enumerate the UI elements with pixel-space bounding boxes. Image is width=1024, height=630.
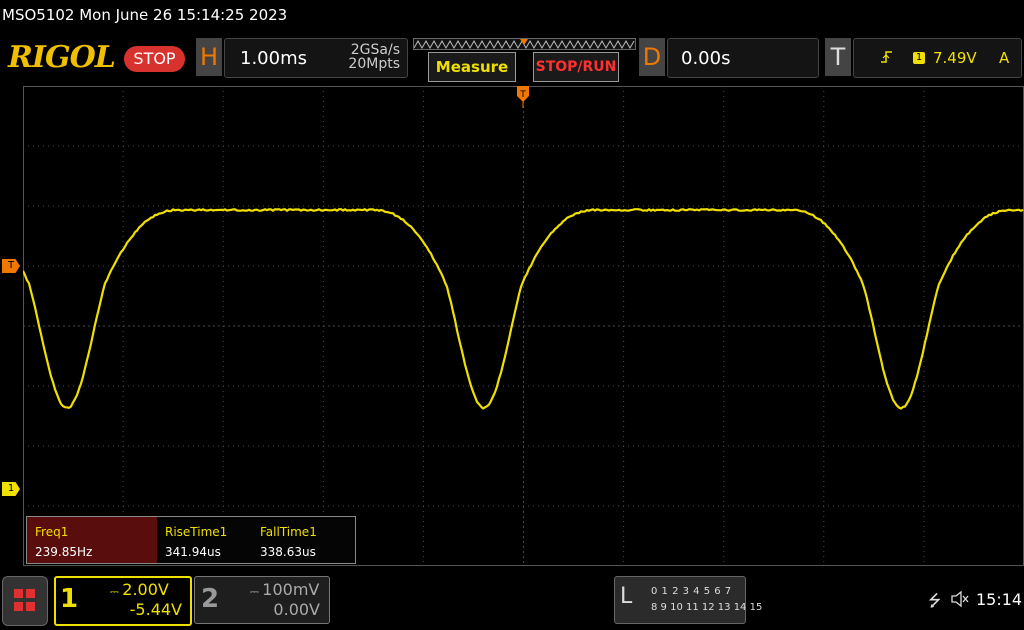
measurement-risetime[interactable]: RiseTime1 341.94us — [157, 517, 253, 563]
stop-run-button[interactable]: STOP/RUN — [533, 52, 619, 82]
waveform-memory-strip — [413, 38, 636, 50]
measurement-label: RiseTime1 — [165, 525, 227, 539]
sample-rate-info: 2GSa/s 20Mpts — [330, 43, 400, 71]
usb-icon: ⭍ — [928, 590, 941, 617]
logic-analyzer-label: L — [620, 584, 632, 609]
delay-tab[interactable]: D — [639, 38, 665, 76]
channel1-trace — [23, 209, 1023, 408]
channel2-scale-value: 100mV — [262, 580, 319, 599]
run-state-badge: STOP — [124, 46, 185, 72]
sample-rate: 2GSa/s — [330, 43, 400, 57]
main-menu-button[interactable] — [2, 576, 48, 626]
channel1-offset-marker[interactable]: 1 — [2, 482, 20, 496]
rigol-logo: RIGOL — [8, 40, 115, 75]
mute-icon[interactable] — [950, 590, 970, 612]
channel1-scale-value: 2.00V — [122, 580, 169, 599]
trigger-mode: A — [999, 49, 1009, 67]
measurement-label: Freq1 — [35, 525, 68, 539]
horizontal-tab[interactable]: H — [196, 38, 222, 76]
channel1-number: 1 — [60, 584, 78, 614]
svg-text:T: T — [519, 90, 526, 100]
channel2-scale: ⎓ 100mV — [250, 580, 319, 599]
logic-analyzer-panel[interactable] — [614, 576, 746, 624]
dc-coupling-icon: ⎓ — [250, 585, 262, 598]
trigger-level-marker[interactable]: T — [2, 259, 20, 273]
waveform-display[interactable] — [23, 86, 1024, 566]
status-clock: 15:14 — [976, 590, 1022, 609]
trigger-tab[interactable]: T — [825, 38, 851, 76]
measure-button[interactable]: Measure — [428, 52, 516, 82]
dc-coupling-icon: ⎓ — [110, 585, 122, 598]
memory-depth: 20Mpts — [330, 57, 400, 71]
measurement-label: FallTime1 — [260, 525, 317, 539]
trigger-source: 1 — [913, 52, 925, 64]
model-datetime: MSO5102 Mon June 26 15:14:25 2023 — [2, 6, 287, 24]
delay-value: 0.00s — [681, 48, 730, 69]
measurement-freq[interactable]: Freq1 239.85Hz — [27, 517, 157, 563]
measurement-panel: Freq1 239.85Hz RiseTime1 341.94us FallTi… — [26, 516, 356, 564]
logic-channels-row1: 0 1 2 3 4 5 6 7 — [651, 586, 732, 597]
memory-strip-graphic — [414, 39, 635, 49]
channel2-offset: 0.00V — [250, 600, 320, 619]
logic-channels-row2: 8 9 10 11 12 13 14 15 — [651, 602, 762, 613]
measurement-falltime[interactable]: FallTime1 338.63us — [252, 517, 348, 563]
channel1-offset: -5.44V — [110, 600, 182, 619]
channel2-number: 2 — [201, 584, 219, 614]
timebase-value: 1.00ms — [240, 48, 307, 69]
measurement-value: 338.63us — [260, 545, 316, 559]
trigger-level: 7.49V — [933, 49, 977, 67]
measurement-value: 341.94us — [165, 545, 221, 559]
channel1-scale: ⎓ 2.00V — [110, 580, 169, 599]
rising-edge-icon — [880, 50, 894, 68]
grid-menu-icon — [3, 577, 47, 625]
measurement-value: 239.85Hz — [35, 545, 92, 559]
trigger-position-marker[interactable]: T — [516, 86, 530, 108]
